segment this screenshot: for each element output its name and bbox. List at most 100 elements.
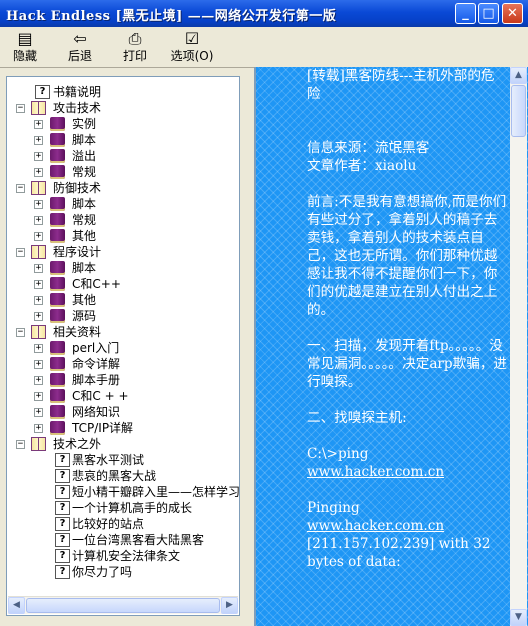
- tree-node[interactable]: ? 你尽力了吗: [7, 564, 239, 580]
- tree-node[interactable]: ? 一个计算机高手的成长: [7, 500, 239, 516]
- expand-icon[interactable]: +: [34, 376, 43, 385]
- expand-icon[interactable]: +: [34, 200, 43, 209]
- article-scroll-thumb[interactable]: [511, 85, 526, 137]
- maximize-button[interactable]: □: [478, 3, 499, 24]
- tree-node-label: 网络知识: [72, 405, 121, 419]
- tree-node[interactable]: ? 比较好的站点: [7, 516, 239, 532]
- collapse-icon[interactable]: −: [16, 104, 25, 113]
- expand-icon[interactable]: +: [34, 120, 43, 129]
- tree-node[interactable]: + 常规: [7, 212, 239, 228]
- tree-node[interactable]: + perl入门: [7, 340, 239, 356]
- expand-icon[interactable]: +: [34, 280, 43, 289]
- tree-node[interactable]: + 脚本: [7, 196, 239, 212]
- tree-node[interactable]: − 攻击技术: [7, 100, 239, 116]
- closed-book-icon: [50, 277, 65, 291]
- expand-icon[interactable]: +: [34, 344, 43, 353]
- expand-icon[interactable]: +: [34, 168, 43, 177]
- tree-node-label: 黑客水平测试: [72, 453, 145, 467]
- tree-node[interactable]: + TCP/IP详解: [7, 420, 239, 436]
- tree-node-label: 脚本手册: [72, 373, 121, 387]
- tree-node-label: 其他: [72, 293, 97, 307]
- collapse-icon[interactable]: −: [16, 184, 25, 193]
- expand-icon[interactable]: +: [34, 312, 43, 321]
- scroll-down-button[interactable]: ▼: [510, 609, 527, 626]
- tree-node[interactable]: + C和C++: [7, 276, 239, 292]
- tree-node-label: 一个计算机高手的成长: [72, 501, 193, 515]
- article-vertical-scrollbar[interactable]: ▲ ▼: [510, 67, 527, 626]
- open-book-icon: [31, 245, 46, 259]
- scroll-left-button[interactable]: ◀: [8, 597, 25, 614]
- tree-node[interactable]: ? 黑客水平测试: [7, 452, 239, 468]
- tree-scroll-thumb[interactable]: [26, 598, 220, 613]
- scroll-right-button[interactable]: ▶: [221, 597, 238, 614]
- tree-horizontal-scrollbar[interactable]: ◀ ▶: [8, 596, 238, 614]
- hide-button[interactable]: ▤ 隐藏: [2, 29, 48, 65]
- tree-node[interactable]: ? 计算机安全法律条文: [7, 548, 239, 564]
- tree-node[interactable]: − 相关资料: [7, 324, 239, 340]
- tree-node[interactable]: + 脚本: [7, 260, 239, 276]
- tree-node[interactable]: ? 一位台湾黑客看大陆黑客: [7, 532, 239, 548]
- expand-icon[interactable]: +: [34, 296, 43, 305]
- tree-node[interactable]: + 其他: [7, 228, 239, 244]
- tree-node[interactable]: + 其他: [7, 292, 239, 308]
- expand-icon[interactable]: +: [34, 392, 43, 401]
- title-bar: Hack Endless [黑无止境] ——网络公开发行第一版 _ □ ✕: [0, 0, 528, 27]
- tree-node[interactable]: + C和C + +: [7, 388, 239, 404]
- tree-node-label: 比较好的站点: [72, 517, 145, 531]
- closed-book-icon: [50, 341, 65, 355]
- article-link[interactable]: www.hacker.com.cn: [307, 463, 507, 481]
- article-pane: [转载]黑客防线---主机外部的危险 信息来源：流氓黑客 文章作者：xiaolu 前言…: [254, 67, 528, 626]
- collapse-icon[interactable]: −: [16, 440, 25, 449]
- article-paragraph: 一、扫描，发现开着ftp。。。。。没常见漏洞。。。。。决定arp欺骗，进行嗅探。: [307, 338, 508, 390]
- tree-node[interactable]: − 程序设计: [7, 244, 239, 260]
- tree-node[interactable]: + 实例: [7, 116, 239, 132]
- closed-book-icon: [50, 373, 65, 387]
- tree-node-label: TCP/IP详解: [72, 421, 134, 435]
- back-button[interactable]: ⇦ 后退: [57, 29, 103, 65]
- help-page-icon: ?: [55, 549, 70, 563]
- minimize-button[interactable]: _: [455, 3, 476, 24]
- tree-node[interactable]: + 网络知识: [7, 404, 239, 420]
- expand-icon[interactable]: +: [34, 232, 43, 241]
- options-icon: ☑: [184, 29, 200, 48]
- print-button[interactable]: ⎙ 打印: [112, 29, 158, 65]
- article-link[interactable]: www.hacker.com.cn: [307, 517, 507, 535]
- closed-book-icon: [50, 421, 65, 435]
- expand-icon[interactable]: +: [34, 152, 43, 161]
- closed-book-icon: [50, 357, 65, 371]
- tree-node[interactable]: − 技术之外: [7, 436, 239, 452]
- close-button[interactable]: ✕: [502, 3, 523, 24]
- options-button[interactable]: ☑ 选项(O): [166, 29, 218, 65]
- tree-node-label: 相关资料: [53, 325, 102, 339]
- tree-node[interactable]: ? 书籍说明: [7, 84, 239, 100]
- expand-icon[interactable]: +: [34, 136, 43, 145]
- tree-node[interactable]: + 命令详解: [7, 356, 239, 372]
- collapse-icon[interactable]: −: [16, 328, 25, 337]
- tree-node-label: 脚本: [72, 133, 97, 147]
- tree-node-label: 攻击技术: [53, 101, 102, 115]
- tree-node[interactable]: ? 悲哀的黑客大战: [7, 468, 239, 484]
- collapse-icon[interactable]: −: [16, 248, 25, 257]
- article-paragraph: Pinging: [307, 500, 360, 516]
- expand-icon[interactable]: +: [34, 424, 43, 433]
- scroll-up-button[interactable]: ▲: [510, 67, 527, 84]
- article-paragraph: C:\>ping: [307, 446, 369, 462]
- expand-icon[interactable]: +: [34, 264, 43, 273]
- expand-icon[interactable]: +: [34, 408, 43, 417]
- tree-node[interactable]: + 常规: [7, 164, 239, 180]
- tree-node[interactable]: ? 短小精干瓣辟入里——怎样学习: [7, 484, 239, 500]
- tree-node[interactable]: − 防御技术: [7, 180, 239, 196]
- tree-node[interactable]: + 源码: [7, 308, 239, 324]
- help-page-icon: ?: [35, 85, 50, 99]
- tree-node[interactable]: + 溢出: [7, 148, 239, 164]
- tree-node[interactable]: + 脚本: [7, 132, 239, 148]
- tree-node[interactable]: + 脚本手册: [7, 372, 239, 388]
- article-paragraph: 信息来源：流氓黑客: [307, 140, 430, 156]
- open-book-icon: [31, 101, 46, 115]
- expand-icon[interactable]: +: [34, 360, 43, 369]
- expand-icon[interactable]: +: [34, 216, 43, 225]
